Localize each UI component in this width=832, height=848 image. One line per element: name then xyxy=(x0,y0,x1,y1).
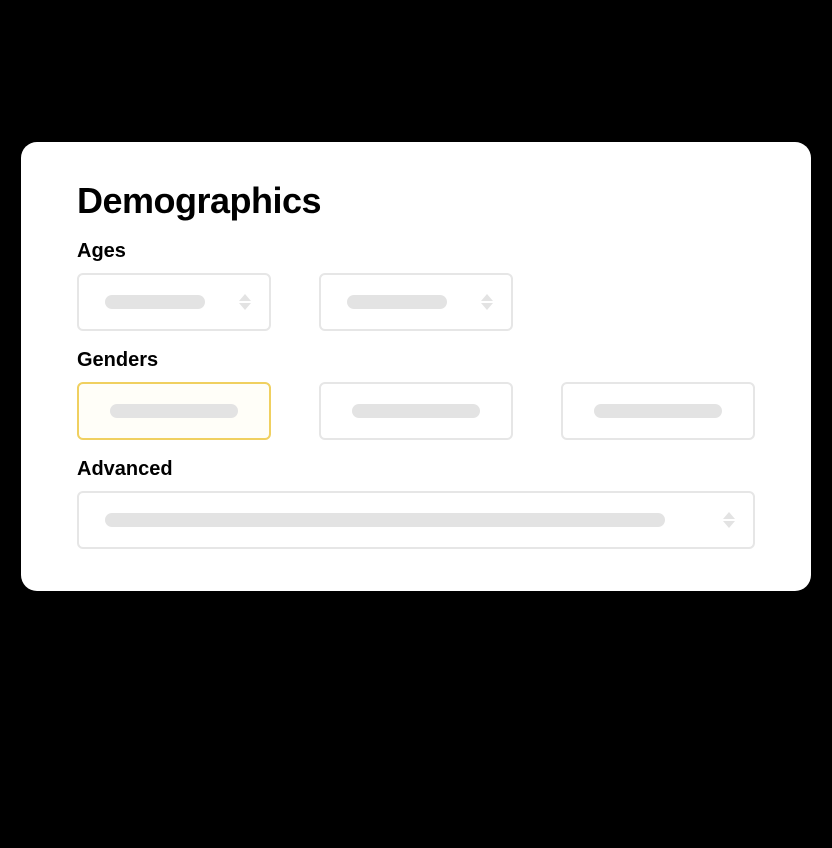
chevron-up-icon xyxy=(723,512,735,519)
ages-label: Ages xyxy=(77,240,755,263)
genders-label: Genders xyxy=(77,349,755,372)
gender-option-3[interactable] xyxy=(561,382,755,440)
stepper-icon[interactable] xyxy=(239,294,251,310)
card-title: Demographics xyxy=(77,180,755,222)
age-max-stepper[interactable] xyxy=(319,273,513,331)
gender-option-1-label xyxy=(110,404,238,418)
stepper-icon[interactable] xyxy=(723,512,735,528)
chevron-up-icon xyxy=(481,294,493,301)
advanced-value xyxy=(105,513,665,527)
gender-option-2[interactable] xyxy=(319,382,513,440)
advanced-row xyxy=(77,491,755,549)
age-max-value xyxy=(347,295,447,309)
chevron-up-icon xyxy=(239,294,251,301)
gender-option-1[interactable] xyxy=(77,382,271,440)
age-min-stepper[interactable] xyxy=(77,273,271,331)
chevron-down-icon xyxy=(239,303,251,310)
age-min-value xyxy=(105,295,205,309)
genders-row xyxy=(77,382,755,440)
gender-option-2-label xyxy=(352,404,480,418)
advanced-select[interactable] xyxy=(77,491,755,549)
gender-option-3-label xyxy=(594,404,722,418)
chevron-down-icon xyxy=(723,521,735,528)
ages-row xyxy=(77,273,755,331)
demographics-card: Demographics Ages Genders Adva xyxy=(21,142,811,591)
advanced-label: Advanced xyxy=(77,458,755,481)
chevron-down-icon xyxy=(481,303,493,310)
stepper-icon[interactable] xyxy=(481,294,493,310)
